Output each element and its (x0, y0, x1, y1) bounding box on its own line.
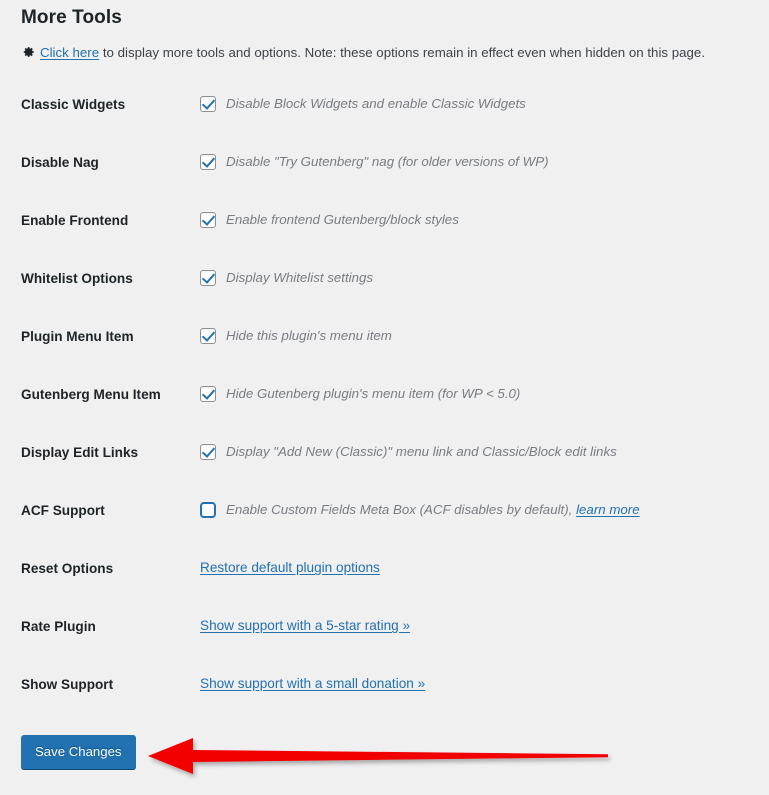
settings-row: Display Edit Links Display "Add New (Cla… (0, 434, 769, 492)
row-field: Enable Custom Fields Meta Box (ACF disab… (200, 492, 769, 520)
row-link-wrapper: Show support with a 5-star rating » (200, 616, 410, 636)
row-label: Plugin Menu Item (21, 329, 134, 344)
checkbox-classic-widgets[interactable] (200, 96, 216, 112)
settings-row: Rate Plugin Show support with a 5-star r… (0, 608, 769, 666)
checkbox-gutenberg-menu-item[interactable] (200, 386, 216, 402)
row-field: Disable Block Widgets and enable Classic… (200, 86, 769, 114)
checkbox-description: Hide Gutenberg plugin's menu item (for W… (226, 386, 521, 401)
checkbox-description: Enable Custom Fields Meta Box (ACF disab… (226, 500, 640, 520)
submit-area: Save Changes (21, 735, 136, 770)
save-changes-button[interactable]: Save Changes (21, 735, 136, 770)
row-label: Whitelist Options (21, 271, 133, 286)
row-field: Restore default plugin options (200, 550, 769, 578)
checkbox-description: Hide this plugin's menu item (226, 328, 392, 343)
settings-row: Whitelist Options Display Whitelist sett… (0, 260, 769, 318)
row-label: Enable Frontend (21, 213, 129, 228)
settings-row: ACF Support Enable Custom Fields Meta Bo… (0, 492, 769, 550)
checkbox-acf-support[interactable] (200, 502, 216, 518)
checkbox-description: Disable Block Widgets and enable Classic… (226, 96, 526, 111)
checkbox-description: Display Whitelist settings (226, 270, 374, 285)
checkbox-display-edit-links[interactable] (200, 444, 216, 460)
row-field: Hide Gutenberg plugin's menu item (for W… (200, 376, 769, 404)
row-label: Display Edit Links (21, 445, 139, 460)
checkbox-plugin-menu-item[interactable] (200, 328, 216, 344)
checkbox-description: Enable frontend Gutenberg/block styles (226, 212, 459, 227)
row-label: Rate Plugin (21, 619, 96, 634)
settings-row: Plugin Menu Item Hide this plugin's menu… (0, 318, 769, 376)
row-label: Gutenberg Menu Item (21, 387, 161, 402)
row-link-wrapper: Restore default plugin options (200, 558, 380, 578)
settings-rows: Classic Widgets Disable Block Widgets an… (0, 86, 769, 724)
settings-row: Gutenberg Menu Item Hide Gutenberg plugi… (0, 376, 769, 434)
row-link-wrapper: Show support with a small donation » (200, 674, 425, 694)
settings-row: Enable Frontend Enable frontend Gutenber… (0, 202, 769, 260)
row-field: Enable frontend Gutenberg/block styles (200, 202, 769, 230)
settings-row: Disable Nag Disable "Try Gutenberg" nag … (0, 144, 769, 202)
row-label: Classic Widgets (21, 97, 126, 112)
gear-icon (21, 45, 35, 59)
intro-text: Click here to display more tools and opt… (21, 44, 705, 62)
show-support-link[interactable]: Show support with a small donation » (200, 676, 425, 691)
intro-description: to display more tools and options. Note:… (99, 45, 706, 60)
row-label: ACF Support (21, 503, 105, 518)
restore-default-options-link[interactable]: Restore default plugin options (200, 560, 380, 575)
row-label: Reset Options (21, 561, 114, 576)
row-label: Disable Nag (21, 155, 99, 170)
row-field: Show support with a 5-star rating » (200, 608, 769, 636)
rate-plugin-link[interactable]: Show support with a 5-star rating » (200, 618, 410, 633)
checkbox-disable-nag[interactable] (200, 154, 216, 170)
row-field: Display Whitelist settings (200, 260, 769, 288)
settings-row: Reset Options Restore default plugin opt… (0, 550, 769, 608)
row-field: Hide this plugin's menu item (200, 318, 769, 346)
checkbox-description: Display "Add New (Classic)" menu link an… (226, 444, 617, 459)
red-arrow-annotation (146, 733, 616, 779)
learn-more-link[interactable]: learn more (576, 502, 640, 517)
checkbox-whitelist-options[interactable] (200, 270, 216, 286)
row-field: Disable "Try Gutenberg" nag (for older v… (200, 144, 769, 172)
click-here-link[interactable]: Click here (40, 45, 99, 60)
checkbox-description: Disable "Try Gutenberg" nag (for older v… (226, 154, 549, 169)
checkbox-enable-frontend[interactable] (200, 212, 216, 228)
checkbox-description-text: Enable Custom Fields Meta Box (ACF disab… (226, 502, 577, 517)
settings-row: Show Support Show support with a small d… (0, 666, 769, 724)
row-field: Show support with a small donation » (200, 666, 769, 694)
row-label: Show Support (21, 677, 114, 692)
more-tools-settings-page: More Tools Click here to display more to… (0, 0, 769, 795)
page-title: More Tools (21, 7, 122, 28)
settings-row: Classic Widgets Disable Block Widgets an… (0, 86, 769, 144)
row-field: Display "Add New (Classic)" menu link an… (200, 434, 769, 462)
